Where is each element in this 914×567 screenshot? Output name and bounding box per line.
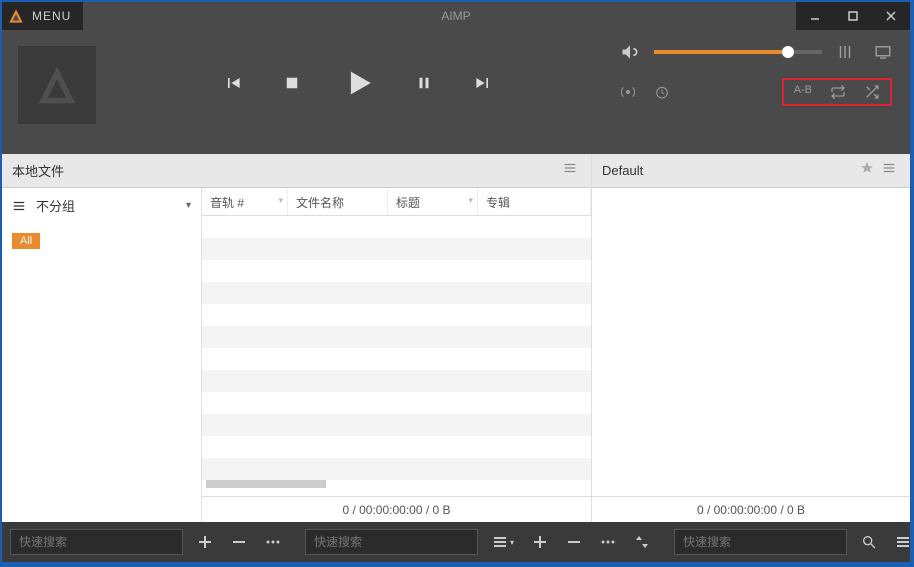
table-row [202, 458, 591, 480]
filter-all-chip[interactable]: All [12, 233, 40, 249]
titlebar: MENU AIMP [2, 2, 910, 30]
equalizer-icon[interactable] [836, 43, 854, 61]
status-right: 0 / 00:00:00:00 / 0 B [592, 496, 910, 522]
status-left: 0 / 00:00:00:00 / 0 B [202, 496, 591, 522]
search-icon[interactable] [857, 530, 881, 554]
prev-button[interactable] [223, 73, 243, 93]
play-button[interactable] [341, 66, 375, 100]
track-grid: 音轨 #▾ 文件名称 标题▾ 专辑 0 / 00:00:00:00 / 0 B [202, 188, 591, 522]
group-selector[interactable]: 不分组 ▾ [12, 196, 191, 215]
table-row [202, 282, 591, 304]
table-row [202, 326, 591, 348]
panel-menu-icon[interactable] [878, 157, 900, 184]
sort-button[interactable] [630, 530, 654, 554]
more-button-2[interactable] [596, 530, 620, 554]
minimize-button[interactable] [796, 2, 834, 30]
app-logo-icon [8, 8, 24, 24]
list-menu-button[interactable]: ▾ [488, 530, 518, 554]
table-row [202, 216, 591, 238]
close-button[interactable] [872, 2, 910, 30]
search-middle[interactable] [305, 529, 478, 555]
table-row [202, 348, 591, 370]
col-filename[interactable]: 文件名称 [288, 188, 388, 215]
timer-icon[interactable] [654, 84, 670, 100]
search-left[interactable] [10, 529, 183, 555]
playlist-empty [592, 188, 910, 496]
tab-default[interactable]: Default [602, 163, 643, 178]
ab-repeat-button[interactable]: A-B [794, 84, 812, 100]
playback-options-highlight: A-B [782, 78, 892, 106]
menu-icon[interactable] [891, 530, 914, 554]
volume-slider[interactable] [654, 50, 822, 54]
volume-icon[interactable] [620, 42, 640, 62]
local-files-panel: 本地文件 不分组 ▾ All 音轨 #▾ 文件名称 [2, 154, 592, 522]
add-button[interactable] [193, 530, 217, 554]
add-button-2[interactable] [528, 530, 552, 554]
col-title[interactable]: 标题▾ [388, 188, 478, 215]
pause-button[interactable] [415, 74, 433, 92]
display-icon[interactable] [874, 43, 892, 61]
table-row [202, 304, 591, 326]
window-title: AIMP [441, 9, 470, 23]
filter-icon[interactable]: ▾ [468, 195, 473, 206]
search-right[interactable] [674, 529, 847, 555]
app-logo-icon [35, 63, 79, 107]
player-panel: A-B [2, 30, 910, 154]
tab-local-files[interactable]: 本地文件 [12, 161, 64, 180]
remove-button[interactable] [227, 530, 251, 554]
group-label: 不分组 [36, 196, 75, 215]
next-button[interactable] [473, 73, 493, 93]
table-row [202, 260, 591, 282]
hamburger-icon [12, 199, 26, 213]
stop-button[interactable] [283, 74, 301, 92]
table-row [202, 238, 591, 260]
col-album[interactable]: 专辑 [478, 188, 591, 215]
table-row [202, 370, 591, 392]
bottom-toolbar: ▾ [2, 522, 910, 562]
table-row [202, 414, 591, 436]
album-art [18, 46, 96, 124]
group-sidebar: 不分组 ▾ All [2, 188, 202, 522]
maximize-button[interactable] [834, 2, 872, 30]
favorite-icon[interactable] [856, 157, 878, 184]
col-track[interactable]: 音轨 #▾ [202, 188, 288, 215]
menu-button[interactable]: MENU [2, 2, 83, 30]
panel-menu-icon[interactable] [559, 157, 581, 184]
table-row [202, 436, 591, 458]
menu-label: MENU [32, 9, 71, 23]
horizontal-scrollbar[interactable] [206, 480, 326, 488]
more-button[interactable] [261, 530, 285, 554]
remove-button-2[interactable] [562, 530, 586, 554]
filter-icon[interactable]: ▾ [278, 195, 283, 206]
chevron-down-icon: ▾ [186, 200, 191, 211]
shuffle-icon[interactable] [864, 84, 880, 100]
table-row [202, 392, 591, 414]
radio-icon[interactable] [620, 84, 636, 100]
grid-rows [202, 216, 591, 496]
playlist-panel: Default 0 / 00:00:00:00 / 0 B [592, 154, 910, 522]
repeat-icon[interactable] [830, 84, 846, 100]
